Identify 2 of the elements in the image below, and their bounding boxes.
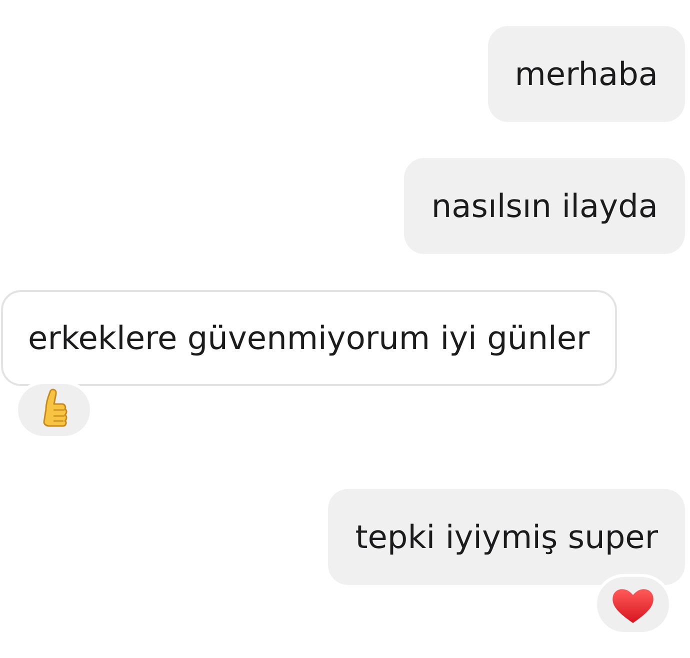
message-bubble: nasılsın ilayda xyxy=(404,158,685,254)
message-bubble: merhaba xyxy=(488,26,685,122)
